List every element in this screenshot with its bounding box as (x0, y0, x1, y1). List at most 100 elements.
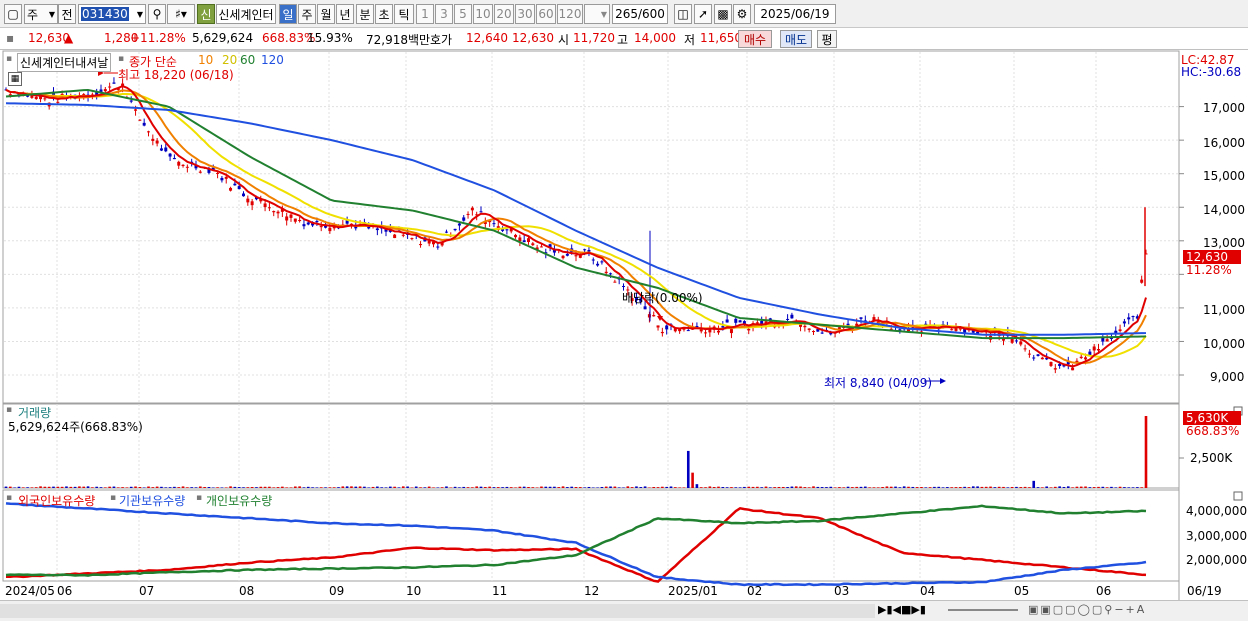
volume-bar (56, 486, 60, 488)
ytick-16000: 16,000 (1203, 136, 1245, 150)
candle-body (1040, 357, 1044, 360)
legend-individual: 개인보유수량 (206, 494, 273, 508)
volume-bar (855, 486, 858, 488)
volume-bar (199, 486, 202, 488)
volume-bar (419, 487, 422, 488)
candle-body (466, 213, 470, 215)
volume-bar (1036, 487, 1040, 488)
volume-bar (440, 487, 444, 488)
ytick-10000: 10,000 (1203, 337, 1245, 351)
volume-bar (1097, 486, 1100, 488)
volume-bar (717, 486, 720, 488)
candle-body (246, 198, 250, 203)
volume-bar (635, 486, 638, 488)
volume-bar (95, 486, 98, 488)
ma-legend-20: 20 (222, 53, 238, 67)
volume-bar (436, 487, 440, 488)
volume-bar (846, 486, 850, 488)
ma-legend-120: 120 (261, 53, 284, 67)
candle-body (1105, 339, 1109, 342)
volume-bar (65, 486, 68, 488)
candle-body (272, 211, 276, 213)
volume-bar (1131, 487, 1135, 488)
volume-bar (872, 487, 876, 488)
candle-body (56, 101, 60, 103)
candle-body (168, 153, 172, 157)
volume-bar (220, 487, 224, 488)
candle-body (159, 148, 163, 151)
volume-bar (414, 486, 418, 488)
volume-bar (255, 487, 258, 488)
volume-bar (138, 486, 142, 488)
chart-canvas[interactable] (0, 0, 1248, 621)
volume-bar (1058, 486, 1061, 488)
volume-bar (674, 487, 677, 488)
grid-icon[interactable]: ▦ (8, 72, 22, 86)
volume-bar (609, 486, 612, 488)
candle-body (108, 86, 112, 88)
volume-bar (268, 486, 271, 488)
candle-body (393, 234, 397, 239)
candle-body (1122, 321, 1126, 324)
volume-bar (743, 486, 746, 488)
candle-body (643, 306, 647, 310)
volume-bar (1041, 487, 1044, 488)
volume-bar (600, 486, 604, 488)
candle-body (591, 259, 595, 261)
volume-bar (777, 486, 781, 488)
volume-bar (721, 487, 725, 488)
volume-bar (315, 487, 319, 488)
candle-body (1058, 363, 1062, 367)
volume-bar (566, 487, 569, 488)
candle-body (1140, 279, 1144, 283)
volume-bar (501, 487, 504, 488)
volume-bar (1015, 486, 1018, 488)
candle-body (1084, 357, 1088, 360)
panel-marker-icon: ▪ (110, 493, 117, 503)
volume-bar (1118, 486, 1122, 488)
volume-bar (134, 486, 137, 488)
candle-body (410, 238, 414, 240)
volume-bar (669, 486, 673, 488)
ytick-13000: 13,000 (1203, 236, 1245, 250)
volume-bar (864, 486, 867, 488)
candle-body (807, 328, 811, 330)
candle-body (436, 246, 440, 248)
volume-bar (281, 486, 284, 488)
holding-ytick-4m: 4,000,000 (1186, 504, 1248, 518)
candle-body (574, 255, 578, 257)
horizontal-scrollbar[interactable] (0, 604, 875, 618)
candle-body (734, 318, 738, 323)
volume-bar (971, 486, 975, 488)
xtick-05: 05 (1014, 584, 1030, 598)
candle-body (717, 330, 720, 333)
volume-bar (993, 487, 997, 488)
volume-bar (522, 486, 526, 488)
volume-bar (527, 486, 530, 488)
volume-bar (91, 487, 94, 488)
volume-bar (376, 486, 379, 488)
volume-bar (885, 486, 889, 488)
volume-bar (686, 450, 690, 488)
volume-bar (842, 487, 846, 488)
chart-tool-icons[interactable]: ▣▣▢▢◯▢⚲−+A (1028, 603, 1243, 619)
zoom-slider[interactable] (948, 609, 1018, 611)
candle-body (704, 332, 708, 334)
scroll-nav-buttons[interactable]: ▶▮◀■▶▮ (878, 603, 938, 619)
candle-body (229, 187, 233, 191)
candle-body (583, 249, 587, 251)
candle-body (738, 320, 742, 323)
volume-bar (656, 487, 660, 488)
price-panel-title[interactable]: 신세계인터내셔날 (17, 53, 112, 72)
ytick-14000: 14,000 (1203, 203, 1245, 217)
candle-body (267, 207, 271, 209)
candle-body (328, 227, 332, 232)
volume-bar (104, 487, 107, 488)
volume-bar (332, 487, 336, 488)
candle-body (522, 240, 526, 243)
candle-body (285, 216, 289, 221)
volume-bar (591, 487, 595, 488)
volume-bar (427, 486, 431, 488)
volume-bar (1136, 487, 1139, 488)
volume-bar (889, 486, 893, 488)
